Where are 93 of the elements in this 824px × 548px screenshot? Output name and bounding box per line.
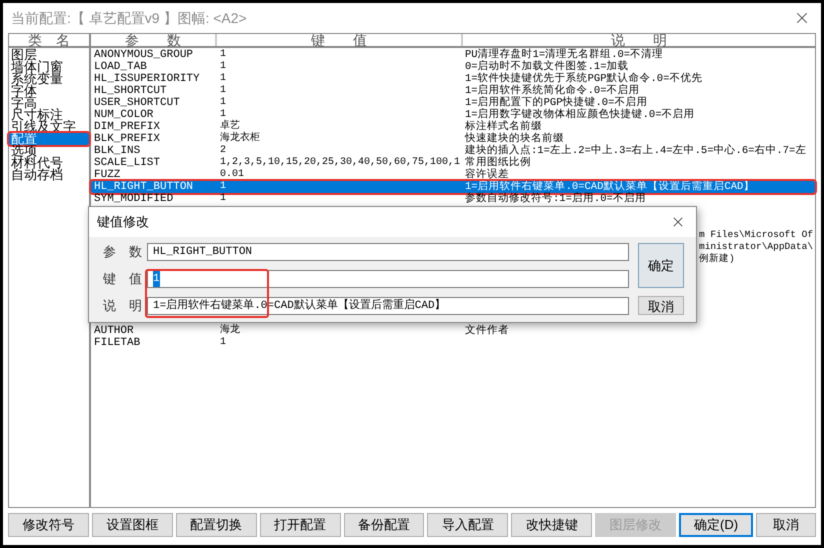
field-label: 说 明 — [102, 297, 143, 316]
input-field[interactable]: HL_RIGHT_BUTTON — [147, 243, 629, 261]
table-cell-text: 常用图纸比例 — [464, 157, 531, 169]
table-cell-text: HL_RIGHT_BUTTON — [93, 181, 194, 193]
category-item[interactable]: 选项 — [9, 145, 89, 157]
table-cell-text: 文件作者 — [464, 325, 509, 337]
table-cell-text: 1 — [219, 193, 226, 205]
table-cell-text: 0.01 — [219, 169, 244, 181]
action-button[interactable]: 修改符号 — [8, 513, 89, 537]
table-cell-text: 标注样式名前缀 — [465, 121, 542, 133]
action-button[interactable]: 改快捷键 — [511, 513, 592, 537]
column-header: 说 明 — [610, 34, 668, 46]
table-cell-text: 海龙衣柜 — [219, 133, 260, 145]
table-cell-text: 参数自动修改符号:1=启用.0=不启用 — [464, 193, 646, 205]
table-cell: ministrator\AppData\ — [699, 241, 814, 253]
table-row[interactable]: AUTHOR 海龙 文件作者 — [91, 325, 815, 337]
table-row[interactable]: HL_SHORTCUT 1 1=启用软件系统简化命令.0=不启用 — [91, 85, 815, 97]
action-button[interactable]: 备份配置 — [344, 513, 424, 537]
table-cell-text: 1 — [219, 109, 226, 120]
category-item[interactable]: 系统变量 — [9, 73, 89, 85]
table-row[interactable]: DIM_PREFIX 卓艺 标注样式名前缀 — [91, 121, 815, 133]
table-cell-text: BLK_INS — [93, 145, 142, 157]
table-cell-text: 0=启动时不加载文件图签.1=加载 — [464, 61, 629, 73]
table-cell-text: 卓艺 — [219, 121, 240, 132]
table-cell-text: AUTHOR — [93, 325, 135, 337]
table-cell-text: NUM_COLOR — [93, 109, 154, 121]
table-cell: m Files\Microsoft Of — [699, 229, 814, 241]
table-row[interactable]: SYM_MODIFIED 1 参数自动修改符号:1=启用.0=不启用 — [91, 193, 815, 205]
action-button[interactable]: 设置图框 — [92, 513, 173, 537]
table-row[interactable]: USER_SHORTCUT 1 1=启用配置下的PGP快捷键.0=不启用 — [91, 97, 815, 109]
table-cell-text: HL_ISSUPERIORITY — [93, 73, 201, 85]
table-row[interactable]: FILETAB 1 — [91, 337, 815, 349]
category-item[interactable]: 墙体门窗 — [9, 61, 89, 73]
table-cell-text: ANONYMOUS_GROUP — [93, 49, 194, 61]
table-cell-text: 1=启用配置下的PGP快捷键.0=不启用 — [464, 97, 648, 109]
table-cell-text: SYM_MODIFIED — [93, 193, 174, 205]
table-cell-text: 容许误差 — [464, 169, 509, 181]
table-cell-text: 1,2,3,5,10,15,20,25,30,40,50,60,75,100,1 — [219, 157, 460, 169]
table-cell-text: 1=启用数字键改物体相应颜色快捷键.0=不启用 — [464, 109, 695, 121]
action-button[interactable]: 配置切换 — [176, 513, 257, 537]
table-row[interactable]: NUM_COLOR 1 1=启用数字键改物体相应颜色快捷键.0=不启用 — [91, 109, 815, 121]
table-row[interactable]: FUZZ 0.01 容许误差 — [91, 169, 815, 181]
field-label: 键 值 — [102, 270, 143, 288]
table-cell-text: LOAD_TAB — [93, 61, 148, 73]
table-cell-text: 1 — [219, 337, 226, 349]
table-cell-text: DIM_PREFIX — [93, 121, 162, 133]
column-header: 类 名 — [9, 34, 89, 48]
table-cell-text: HL_SHORTCUT — [93, 85, 168, 97]
action-button[interactable]: 打开配置 — [260, 513, 341, 537]
ok-button[interactable]: 确定 — [638, 243, 684, 288]
table-cell-text: FUZZ — [93, 169, 122, 181]
cancel-button[interactable]: 取消 — [638, 296, 684, 315]
table-cell-text: 1 — [219, 85, 226, 97]
field-value: HL_RIGHT_BUTTON — [153, 244, 252, 260]
table-cell-text: 1 — [219, 181, 226, 193]
table-cell-text: PU清理存盘时1=清理无名群组.0=不清理 — [464, 49, 664, 61]
dialog-title: 键值修改 — [97, 213, 149, 232]
input-field[interactable]: 1 — [147, 270, 629, 288]
field-label: 参 数 — [102, 243, 143, 262]
category-item[interactable]: 字体 — [9, 85, 89, 97]
table-cell-text: FILETAB — [93, 337, 142, 349]
category-item[interactable]: 材料代号 — [9, 157, 89, 169]
category-item[interactable]: 字高 — [9, 97, 89, 109]
table-row[interactable]: HL_ISSUPERIORITY 1 1=软件快捷键优先于系统PGP默认命令.0=不优先 — [91, 73, 815, 85]
table-cell-text: 快速建块的块名前缀 — [464, 133, 564, 145]
table-row[interactable]: ANONYMOUS_GROUP 1 PU清理存盘时1=清理无名群组.0=不清理 — [91, 49, 815, 61]
table-cell-text: 1 — [219, 61, 226, 73]
action-button[interactable]: 确定(D) — [679, 513, 754, 537]
table-cell-text: USER_SHORTCUT — [93, 97, 181, 109]
table-cell-text: SCALE_LIST — [93, 157, 162, 169]
action-button[interactable]: 导入配置 — [427, 513, 508, 537]
category-item[interactable]: 图层 — [9, 49, 89, 61]
window-title: 当前配置:【 卓艺配置v9 】图幅: <A2> — [11, 8, 247, 28]
table-row[interactable]: SCALE_LIST 1,2,3,5,10,15,20,25,30,40,50,60,75,100,1 常用图纸比例 — [91, 157, 815, 169]
column-header: 参 数 — [91, 34, 217, 46]
table-cell-text: 1=软件快捷键优先于系统PGP默认命令.0=不优先 — [464, 73, 702, 85]
table-cell-text: BLK_PREFIX — [93, 133, 162, 145]
action-button[interactable]: 取消 — [756, 513, 816, 537]
table-cell-text: 1 — [219, 97, 226, 109]
table-cell-text: 建块的插入点:1=左上.2=中上.3=右上.4=左中.5=中心.6=右中.7=左 — [464, 145, 806, 157]
table-cell-text: 1=启用软件系统简化命令.0=不启用 — [464, 85, 640, 97]
table-row[interactable]: BLK_INS 2 建块的插入点:1=左上.2=中上.3=右上.4=左中.5=中心.6=右中.7=左 — [91, 145, 815, 157]
table-row[interactable]: BLK_PREFIX 海龙衣柜 快速建块的块名前缀 — [91, 133, 815, 145]
table-cell-text: 海龙 — [219, 325, 240, 337]
field-value: 1 — [153, 270, 160, 288]
table-cell-text: 1 — [219, 49, 226, 61]
table-cell-text: 2 — [219, 145, 226, 157]
category-item[interactable]: 自动存档 — [9, 169, 89, 181]
table-cell: 例新建) — [699, 253, 735, 265]
category-item[interactable]: 尺寸标注 — [9, 109, 89, 121]
column-header: 键 值 — [217, 34, 463, 46]
table-cell-text: 1 — [219, 73, 226, 85]
table-row[interactable]: LOAD_TAB 1 0=启动时不加载文件图签.1=加载 — [91, 61, 815, 73]
